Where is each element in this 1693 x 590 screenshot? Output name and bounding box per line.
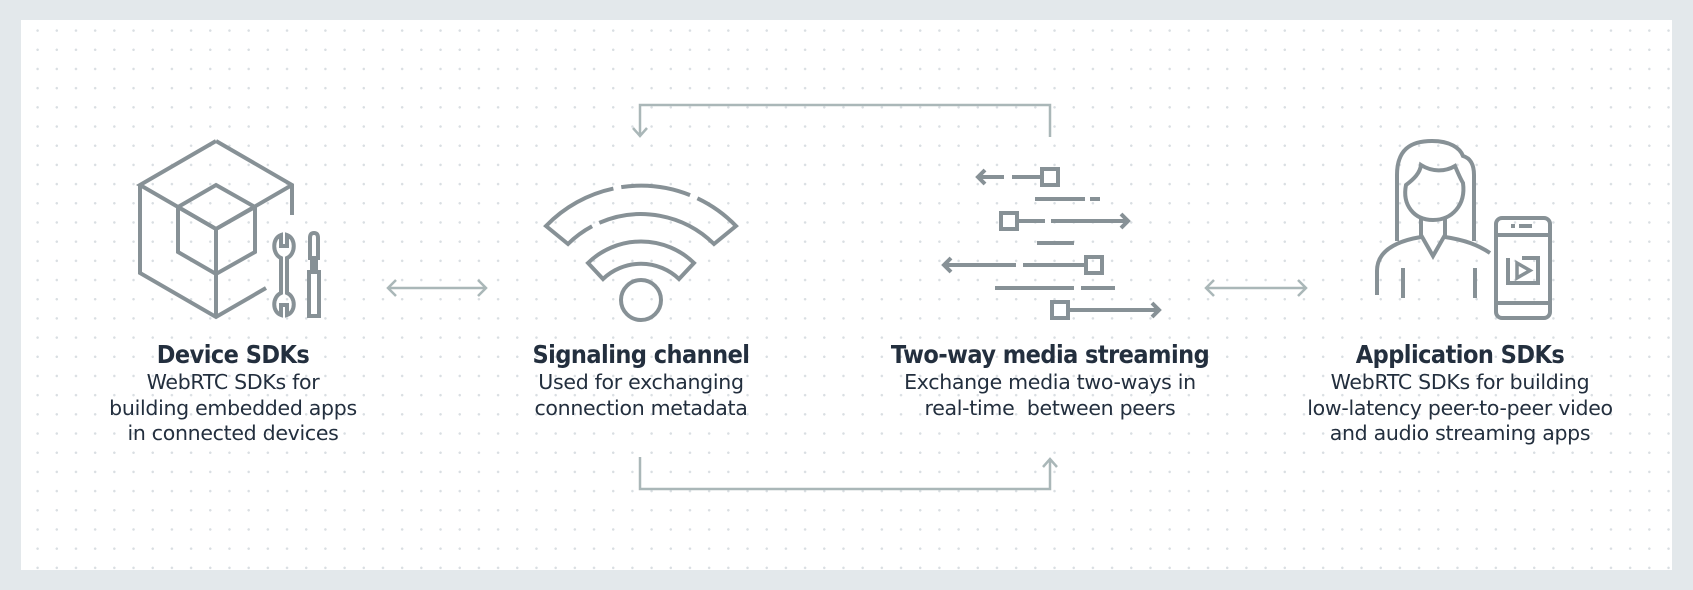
node-two-way-media-streaming: Two-way media streaming Exchange media t…	[873, 340, 1227, 421]
description-line: real-time between peers	[924, 395, 1176, 420]
node-description: WebRTC SDKs for building embedded apps i…	[109, 370, 357, 447]
description-line: in connected devices	[127, 421, 339, 445]
node-title: Application SDKs	[1355, 340, 1565, 369]
play-triangle	[1515, 259, 1534, 282]
wrench	[272, 232, 296, 318]
description-line: WebRTC SDKs for	[146, 370, 320, 394]
loop-connector-top	[632, 103, 1052, 138]
node-title: Device SDKs	[156, 340, 310, 369]
diagram-canvas	[136, 103, 1552, 491]
node-description: Exchange media two-ways in real-time bet…	[873, 370, 1227, 421]
bidirectional-arrow-streaming-application	[1204, 279, 1308, 297]
neck	[1419, 219, 1447, 261]
node-description: Used for exchanging connection metadata	[520, 370, 761, 421]
node-title: Two-way media streaming	[890, 340, 1210, 369]
cube-with-tools-icon	[136, 139, 321, 320]
loop-connector-bottom	[638, 457, 1058, 491]
wifi-arc-outer	[543, 183, 739, 247]
bidirectional-stream-icon	[941, 167, 1162, 320]
description-line: Used for exchanging	[538, 370, 744, 394]
description-line: and audio streaming apps	[1329, 421, 1591, 445]
wifi-arc-inner	[585, 239, 697, 282]
node-description: WebRTC SDKs for building low-latency pee…	[1307, 370, 1613, 447]
person-with-phone-video-icon	[1375, 138, 1552, 320]
description-line: Exchange media two-ways in	[904, 370, 1196, 394]
node-title: Signaling channel	[532, 340, 751, 369]
node-signaling-channel: Signaling channel Used for exchanging co…	[520, 340, 761, 421]
description-line: low-latency peer-to-peer video	[1307, 395, 1613, 420]
bidirectional-arrow-device-signaling	[386, 279, 488, 297]
description-line: connection metadata	[534, 395, 748, 420]
arms	[1401, 268, 1477, 298]
description-line: building embedded apps	[109, 395, 357, 420]
node-application-sdks: Application SDKs WebRTC SDKs for buildin…	[1307, 340, 1613, 447]
node-device-sdks: Device SDKs WebRTC SDKs for building emb…	[109, 340, 357, 447]
face	[1403, 161, 1466, 223]
description-line: WebRTC SDKs for building	[1330, 370, 1590, 394]
screwdriver	[307, 230, 321, 318]
wifi-signal-icon	[543, 183, 739, 322]
